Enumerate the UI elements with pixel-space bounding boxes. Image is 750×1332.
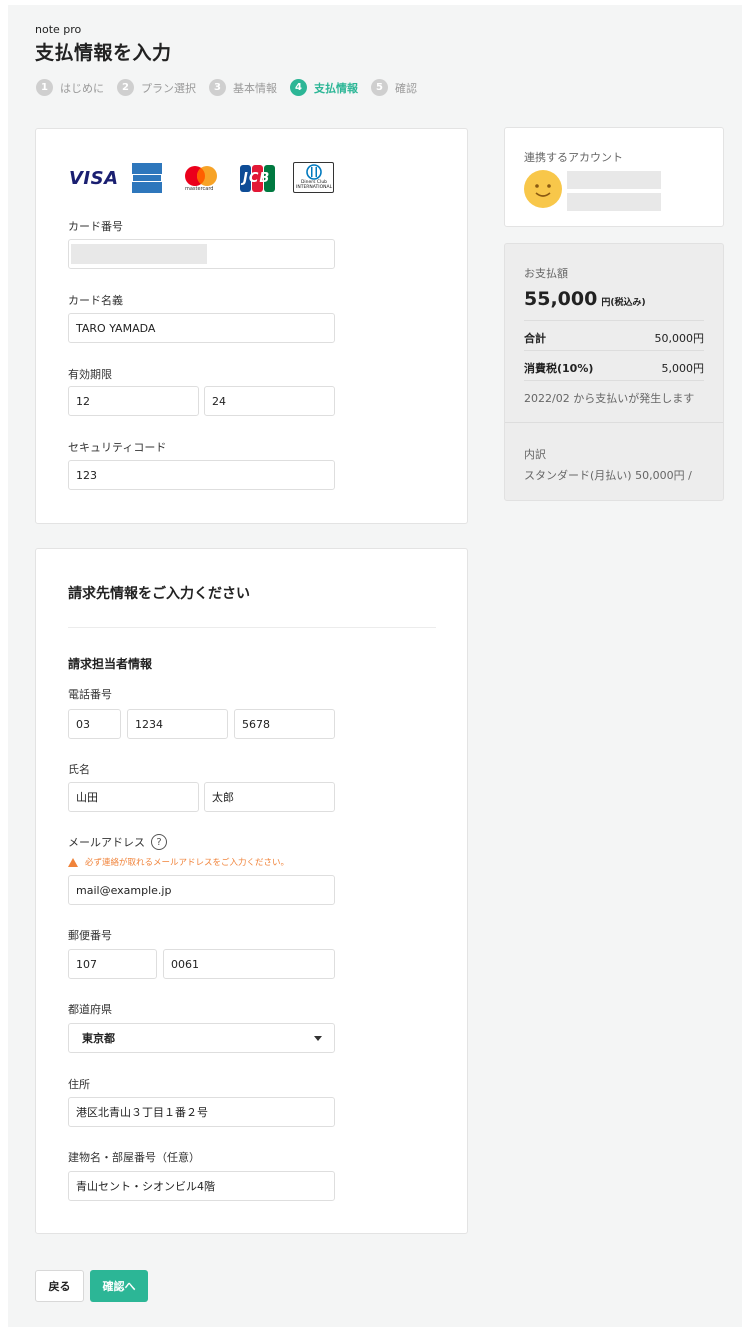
- tax-value: 5,000円: [661, 362, 705, 375]
- phone-middle-field[interactable]: 1234: [127, 709, 228, 739]
- card-number-masked: [71, 244, 207, 264]
- jcb-text: JCB: [243, 171, 271, 186]
- email-label: メールアドレス ?: [68, 834, 167, 850]
- step-label: はじめに: [60, 81, 104, 95]
- subtotal-row: 合計 50,000円: [524, 330, 704, 346]
- amex-icon: [132, 174, 162, 182]
- prefecture-select[interactable]: 東京都: [68, 1023, 335, 1053]
- tax-label: 消費税(10%): [524, 362, 594, 375]
- amount-value: 55,000: [524, 288, 598, 310]
- help-icon[interactable]: ?: [151, 834, 167, 850]
- page-title: 支払情報を入力: [35, 42, 172, 64]
- card-number-field[interactable]: [68, 239, 335, 269]
- step-number: 3: [209, 79, 226, 96]
- expiry-year-field[interactable]: 24: [204, 386, 335, 416]
- step-number: 5: [371, 79, 388, 96]
- account-label: 連携するアカウント: [524, 151, 623, 164]
- address-field[interactable]: 港区北青山３丁目１番２号: [68, 1097, 335, 1127]
- email-label-text: メールアドレス: [68, 836, 145, 849]
- security-code-field[interactable]: 123: [68, 460, 335, 490]
- breakdown-label: 内訳: [524, 448, 546, 461]
- billing-start-note: 2022/02 から支払いが発生します: [524, 390, 704, 406]
- step-label: プラン選択: [141, 81, 196, 95]
- progress-steps: 1 はじめに 2 プラン選択 3 基本情報 4 支払情報 5 確認: [36, 79, 430, 96]
- postal-first-field[interactable]: 107: [68, 949, 157, 979]
- account-name-masked: [567, 171, 661, 189]
- billing-info-panel: 請求先情報をご入力ください 請求担当者情報 電話番号 03 1234 5678 …: [35, 548, 468, 1234]
- step-5: 5 確認: [371, 79, 417, 96]
- amount-total: 55,000 円(税込み): [524, 288, 646, 310]
- section-divider: [68, 627, 436, 628]
- billing-section-title: 請求先情報をご入力ください: [68, 586, 250, 602]
- card-name-label: カード名義: [68, 294, 123, 307]
- phone-last-field[interactable]: 5678: [234, 709, 335, 739]
- card-name-field[interactable]: TARO YAMADA: [68, 313, 335, 343]
- summary-divider: [524, 380, 704, 381]
- visa-logo: VISA: [69, 168, 119, 189]
- smiley-face-icon: [524, 170, 562, 208]
- step-1: 1 はじめに: [36, 79, 104, 96]
- email-warning: 必ず連絡が取れるメールアドレスをご入力ください。: [68, 856, 289, 868]
- step-number: 1: [36, 79, 53, 96]
- warning-icon: [68, 857, 78, 867]
- diners-icon: [306, 164, 322, 180]
- billing-start-text: 2022/02 から支払いが発生します: [524, 392, 695, 405]
- account-id-masked: [567, 193, 661, 211]
- last-name-field[interactable]: 山田: [68, 782, 199, 812]
- step-label: 支払情報: [314, 81, 358, 95]
- card-info-panel: VISA mastercard JCB Diners Club INTERNAT…: [35, 128, 468, 524]
- summary-divider: [524, 350, 704, 351]
- avatar: [524, 170, 562, 208]
- postal-last-field[interactable]: 0061: [163, 949, 335, 979]
- building-label: 建物名・部屋番号（任意）: [68, 1151, 200, 1164]
- building-field[interactable]: 青山セント・シオンビル4階: [68, 1171, 335, 1201]
- summary-divider: [505, 422, 723, 423]
- chevron-down-icon: [314, 1036, 322, 1041]
- subtotal-label: 合計: [524, 332, 546, 345]
- email-warning-text: 必ず連絡が取れるメールアドレスをご入力ください。: [85, 858, 290, 868]
- step-number: 4: [290, 79, 307, 96]
- step-4-current: 4 支払情報: [290, 79, 358, 96]
- breakdown-value: スタンダード(月払い) 50,000円 /: [524, 469, 692, 482]
- diners-text: Diners Club INTERNATIONAL: [296, 180, 333, 190]
- mastercard-text: mastercard: [185, 186, 214, 192]
- step-label: 確認: [395, 81, 417, 95]
- amount-label: お支払額: [524, 267, 568, 280]
- expiry-month-field[interactable]: 12: [68, 386, 199, 416]
- prefecture-label: 都道府県: [68, 1003, 112, 1016]
- payment-summary-panel: お支払額 55,000 円(税込み) 合計 50,000円 消費税(10%) 5…: [504, 243, 724, 501]
- card-number-label: カード番号: [68, 220, 123, 233]
- phone-label: 電話番号: [68, 688, 112, 701]
- prefecture-value: 東京都: [82, 1032, 115, 1045]
- confirm-button[interactable]: 確認へ: [90, 1270, 148, 1302]
- name-label: 氏名: [68, 763, 90, 776]
- step-3: 3 基本情報: [209, 79, 277, 96]
- diners-logo: Diners Club INTERNATIONAL: [293, 162, 334, 193]
- subtotal-value: 50,000円: [654, 332, 705, 345]
- tax-row: 消費税(10%) 5,000円: [524, 360, 704, 376]
- back-button[interactable]: 戻る: [35, 1270, 84, 1302]
- mastercard-logo: mastercard: [183, 164, 219, 194]
- summary-divider: [524, 320, 704, 321]
- phone-area-field[interactable]: 03: [68, 709, 121, 739]
- billing-contact-title: 請求担当者情報: [68, 657, 153, 671]
- step-2: 2 プラン選択: [117, 79, 196, 96]
- postal-label: 郵便番号: [68, 929, 112, 942]
- step-label: 基本情報: [233, 81, 277, 95]
- brand-name: note pro: [35, 23, 82, 36]
- security-code-label: セキュリティコード: [68, 441, 167, 454]
- amount-unit: 円(税込み): [601, 298, 646, 308]
- email-field[interactable]: mail@example.jp: [68, 875, 335, 905]
- amex-logo: [132, 163, 162, 193]
- address-label: 住所: [68, 1078, 90, 1091]
- jcb-logo: JCB: [240, 165, 276, 192]
- first-name-field[interactable]: 太郎: [204, 782, 335, 812]
- linked-account-panel: 連携するアカウント: [504, 127, 724, 227]
- step-number: 2: [117, 79, 134, 96]
- expiry-label: 有効期限: [68, 368, 112, 381]
